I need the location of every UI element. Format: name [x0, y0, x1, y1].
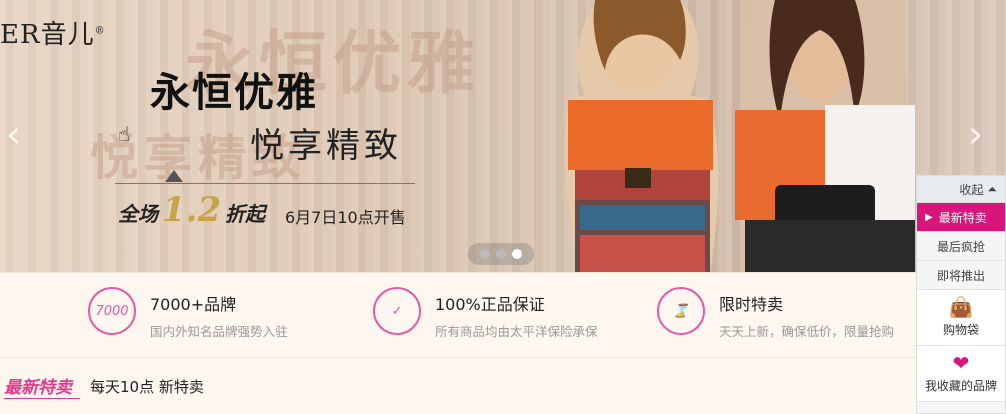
shopping-bag-label: 购物袋: [942, 323, 979, 337]
hourglass-icon: ⌛: [657, 287, 705, 335]
side-item-label: 最新特卖: [938, 210, 987, 225]
section-header: 最新特卖 每天10点 新特卖: [0, 358, 916, 414]
banner-subtitle: 悦享精致: [250, 126, 402, 166]
hand-cursor-icon: ☝: [118, 122, 131, 146]
feature-desc: 所有商品均由太平洋保险承保: [435, 324, 598, 339]
feature-desc: 天天上新，确保低价，限量抢购: [719, 324, 895, 339]
feature-flash-sale: ⌛ 限时特卖 天天上新，确保低价，限量抢购: [657, 287, 894, 340]
section-tag[interactable]: 最新特卖: [4, 373, 80, 399]
brand-logo[interactable]: ER音儿®: [0, 14, 106, 51]
heart-icon: ❤: [952, 351, 970, 375]
feature-authentic: ✓ 100%正品保证 所有商品均由太平洋保险承保: [373, 287, 598, 340]
collapse-label: 收起: [959, 182, 984, 197]
brand-prefix: ER: [0, 20, 41, 50]
promo-prefix: 全场: [118, 202, 158, 226]
section-desc: 每天10点 新特卖: [90, 377, 204, 396]
banner-divider: [115, 183, 415, 184]
model-image-right: [735, 0, 915, 272]
feature-brands: 7000 7000+品牌 国内外知名品牌强势入驻: [88, 287, 288, 340]
favorite-brands-button[interactable]: ❤ 我收藏的品牌: [917, 346, 1005, 402]
slide-dot-2[interactable]: [496, 249, 506, 259]
side-item-label: 最后疯抢: [937, 239, 986, 254]
brand-cn: 音儿: [40, 20, 95, 50]
feature-title: 7000+品牌: [150, 295, 237, 314]
feature-strip: 7000 7000+品牌 国内外知名品牌强势入驻 ✓ 100%正品保证 所有商品…: [0, 272, 916, 358]
side-panel: 收起 ⏶ ▶ 最新特卖 最后疯抢 即将推出 👜 购物袋 ❤ 我收藏的品牌: [916, 175, 1006, 414]
shopping-bag-button[interactable]: 👜 购物袋: [917, 290, 1005, 346]
feature-title: 100%正品保证: [435, 295, 545, 314]
chevron-up-icon: ⏶: [987, 181, 997, 196]
slide-dot-3[interactable]: [512, 249, 522, 259]
side-item-last-chance[interactable]: 最后疯抢: [917, 232, 1005, 261]
caret-right-icon: ▶: [925, 211, 933, 223]
feature-title: 限时特卖: [719, 295, 784, 314]
promo-suffix: 折起: [225, 202, 266, 226]
next-slide-arrow-icon[interactable]: ›: [968, 112, 983, 156]
feature-desc: 国内外知名品牌强势入驻: [150, 324, 288, 339]
side-item-latest-sale[interactable]: ▶ 最新特卖: [917, 203, 1005, 232]
promo-text: 全场 1.2 折起: [118, 190, 265, 230]
hero-banner[interactable]: 永恒优雅 悦享精致 ER音儿® 永恒优雅 悦享精致 ☝ 全场 1.2 折起 6月…: [0, 0, 1006, 272]
slide-indicator: [468, 243, 534, 265]
slide-dot-1[interactable]: [480, 249, 490, 259]
side-item-coming-soon[interactable]: 即将推出: [917, 261, 1005, 290]
banner-title: 永恒优雅: [150, 70, 318, 116]
shopping-bag-icon: 👜: [948, 295, 974, 319]
side-item-label: 即将推出: [937, 268, 986, 283]
favorite-brands-label: 我收藏的品牌: [924, 379, 997, 393]
promo-discount: 1.2: [162, 190, 222, 230]
triangle-marker-icon: [165, 170, 183, 182]
shield-check-icon: ✓: [373, 287, 421, 335]
sale-date: 6月7日10点开售: [285, 208, 406, 227]
prev-slide-arrow-icon[interactable]: ‹: [6, 112, 21, 156]
brand-reg: ®: [94, 25, 106, 37]
model-image-left: [564, 0, 719, 272]
collapse-button[interactable]: 收起 ⏶: [917, 176, 1005, 203]
brands-7000-icon: 7000: [88, 287, 136, 335]
